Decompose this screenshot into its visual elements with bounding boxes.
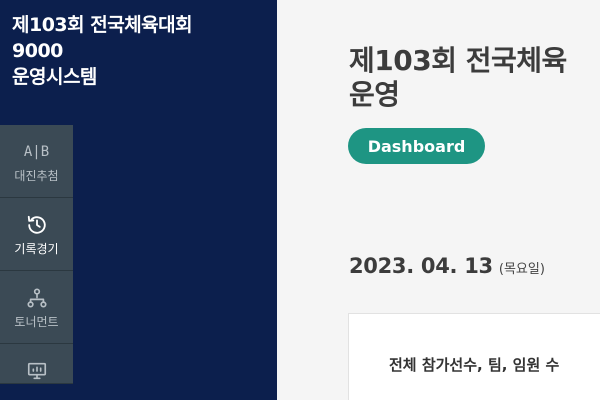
main-content: 제103회 전국체육 운영 Dashboard 2023. 04. 13 (목요일… xyxy=(277,0,600,400)
sidebar-item-record[interactable]: 기록경기 xyxy=(0,198,73,271)
ab-icon: A|B xyxy=(24,139,49,165)
sidebar-item-monitor[interactable] xyxy=(0,344,73,384)
current-weekday: (목요일) xyxy=(498,262,545,277)
sidebar-item-tournament[interactable]: 토너먼트 xyxy=(0,271,73,344)
dashboard-badge[interactable]: Dashboard xyxy=(348,128,485,164)
app-window: 제103회 전국체육대회 9000 운영시스템 A|B 대진추첨 기록경기 토너… xyxy=(0,0,600,400)
stats-card-title: 전체 참가선수, 팀, 임원 수 xyxy=(389,356,560,374)
sidebar-item-draw[interactable]: A|B 대진추첨 xyxy=(0,125,73,198)
page-title: 제103회 전국체육 운영 xyxy=(349,44,600,112)
app-title: 제103회 전국체육대회 9000 운영시스템 xyxy=(12,12,267,90)
sidebar-item-label: 대진추첨 xyxy=(14,169,59,183)
sidebar: 제103회 전국체육대회 9000 운영시스템 A|B 대진추첨 기록경기 토너… xyxy=(0,0,277,400)
page-title-line-1: 제103회 전국체육 xyxy=(349,44,567,77)
sidebar-item-label: 토너먼트 xyxy=(14,315,59,329)
stats-card: 전체 참가선수, 팀, 임원 수 xyxy=(348,313,600,400)
history-icon xyxy=(26,212,48,238)
monitor-icon xyxy=(26,358,48,383)
app-title-line-3: 운영시스템 xyxy=(12,66,97,88)
sidebar-item-label: 기록경기 xyxy=(14,242,59,256)
date-row: 2023. 04. 13 (목요일) xyxy=(349,254,545,278)
app-title-line-2: 9000 xyxy=(12,40,63,62)
app-title-line-1: 제103회 전국체육대회 xyxy=(12,14,193,36)
page-title-line-2: 운영 xyxy=(349,78,400,111)
current-date: 2023. 04. 13 xyxy=(349,254,493,278)
sidebar-menu: A|B 대진추첨 기록경기 토너먼트 xyxy=(0,125,73,384)
tournament-icon xyxy=(26,285,48,311)
ab-icon-text: A|B xyxy=(23,144,50,160)
